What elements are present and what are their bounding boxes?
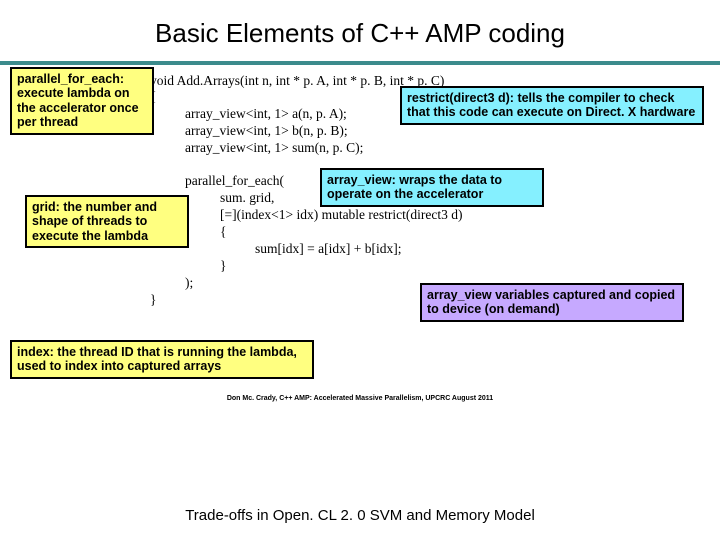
callout-capture: array_view variables captured and copied… xyxy=(420,283,684,322)
code-arrayview-a: array_view<int, 1> a(n, p. A); xyxy=(185,106,347,123)
code-body: sum[idx] = a[idx] + b[idx]; xyxy=(255,241,401,258)
code-pfe: parallel_for_each( xyxy=(185,173,284,190)
footer-text: Trade-offs in Open. CL 2. 0 SVM and Memo… xyxy=(0,507,720,524)
code-area: void Add.Arrays(int n, int * p. A, int *… xyxy=(10,65,710,455)
code-grid: sum. grid, xyxy=(220,190,274,207)
callout-array-view: array_view: wraps the data to operate on… xyxy=(320,168,544,207)
code-arrayview-b: array_view<int, 1> b(n, p. B); xyxy=(185,123,348,140)
slide-title: Basic Elements of C++ AMP coding xyxy=(0,0,720,61)
callout-restrict: restrict(direct3 d): tells the compiler … xyxy=(400,86,704,125)
code-lambda-close: } xyxy=(220,258,226,275)
code-paren-close: ); xyxy=(185,275,193,292)
code-lambda-open: { xyxy=(220,224,226,241)
code-lambda-sig: [=](index<1> idx) mutable restrict(direc… xyxy=(220,207,463,224)
callout-index: index: the thread ID that is running the… xyxy=(10,340,314,379)
callout-grid: grid: the number and shape of threads to… xyxy=(25,195,189,248)
code-arrayview-sum: array_view<int, 1> sum(n, p. C); xyxy=(185,140,363,157)
code-brace-close: } xyxy=(150,292,156,309)
callout-parallel-for-each: parallel_for_each: execute lambda on the… xyxy=(10,67,154,135)
citation: Don Mc. Crady, C++ AMP: Accelerated Mass… xyxy=(10,395,710,404)
